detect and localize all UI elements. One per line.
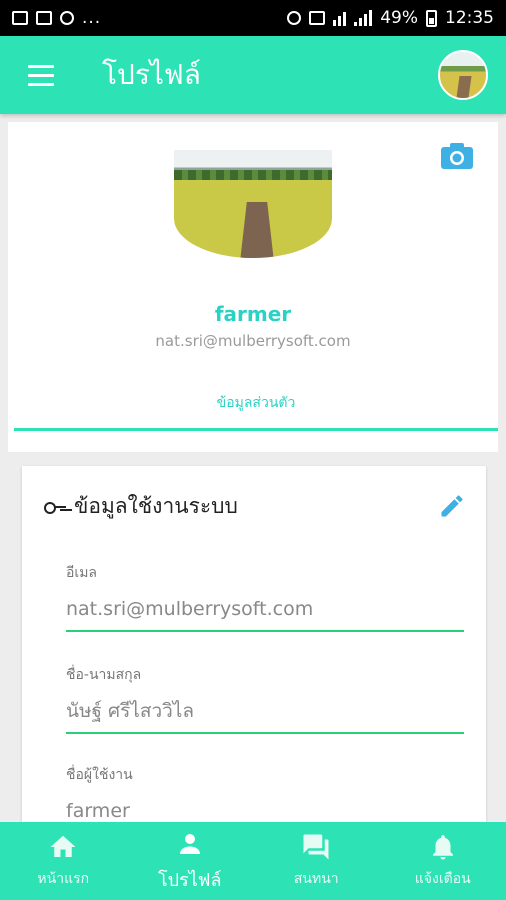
username-label: ชื่อผู้ใช้งาน bbox=[66, 767, 133, 783]
status-bar-left: ... bbox=[12, 8, 101, 28]
bell-icon bbox=[432, 835, 453, 860]
nav-item-notifications[interactable]: แจ้งเตือน bbox=[380, 822, 506, 900]
fullname-field: ชื่อ-นามสกุล bbox=[66, 664, 464, 734]
nav-item-home[interactable]: หน้าแรก bbox=[0, 822, 127, 900]
email-input[interactable] bbox=[66, 584, 464, 632]
page-title: โปรไฟล์ bbox=[102, 58, 201, 91]
camera-icon[interactable] bbox=[440, 142, 474, 170]
profile-cover-photo bbox=[174, 150, 332, 258]
nav-item-profile[interactable]: โปรไฟล์ bbox=[127, 822, 254, 900]
app-bar: โปรไฟล์ bbox=[0, 36, 506, 114]
battery-icon bbox=[426, 9, 437, 27]
bottom-nav: หน้าแรก โปรไฟล์ สนทนา แจ้งเตือน bbox=[0, 822, 506, 900]
fullname-label: ชื่อ-นามสกุล bbox=[66, 667, 142, 683]
battery-percent: 49% bbox=[380, 8, 418, 28]
avatar[interactable] bbox=[438, 50, 488, 100]
chat-icon bbox=[303, 834, 329, 860]
fullname-input[interactable] bbox=[66, 686, 464, 734]
image-notification-icon bbox=[12, 11, 28, 25]
status-bar: ... 49% 12:35 bbox=[0, 0, 506, 36]
more-notifications-indicator: ... bbox=[82, 8, 102, 28]
alarm-icon bbox=[287, 11, 302, 25]
system-info-header: ข้อมูลใช้งานระบบ bbox=[44, 490, 238, 523]
usb-notification-icon bbox=[60, 11, 74, 25]
pencil-icon[interactable] bbox=[438, 492, 466, 520]
nav-item-chat[interactable]: สนทนา bbox=[253, 822, 380, 900]
profile-card: farmer nat.sri@mulberrysoft.com ข้อมูลส่… bbox=[8, 122, 498, 452]
status-bar-right: 49% 12:35 bbox=[287, 8, 494, 28]
email-field: อีเมล bbox=[66, 562, 464, 632]
hamburger-menu-icon[interactable] bbox=[28, 55, 74, 95]
nav-label-home: หน้าแรก bbox=[37, 871, 90, 887]
person-icon bbox=[179, 833, 200, 854]
gallery-notification-icon bbox=[36, 11, 52, 25]
nav-label-profile: โปรไฟล์ bbox=[157, 869, 222, 891]
profile-email: nat.sri@mulberrysoft.com bbox=[155, 332, 351, 350]
nav-label-chat: สนทนา bbox=[293, 871, 339, 887]
nav-label-notifications: แจ้งเตือน bbox=[414, 871, 471, 887]
tab-personal-info[interactable]: ข้อมูลส่วนตัว bbox=[14, 392, 498, 432]
email-label: อีเมล bbox=[66, 565, 98, 581]
profile-username: farmer bbox=[214, 302, 292, 326]
clock: 12:35 bbox=[445, 8, 494, 28]
tab-indicator bbox=[14, 428, 498, 431]
key-icon bbox=[44, 500, 66, 514]
vibrate-icon bbox=[309, 11, 326, 25]
signal-icon bbox=[354, 10, 373, 26]
system-info-title: ข้อมูลใช้งานระบบ bbox=[74, 494, 238, 518]
home-icon bbox=[50, 835, 76, 857]
wifi-icon bbox=[333, 10, 347, 26]
